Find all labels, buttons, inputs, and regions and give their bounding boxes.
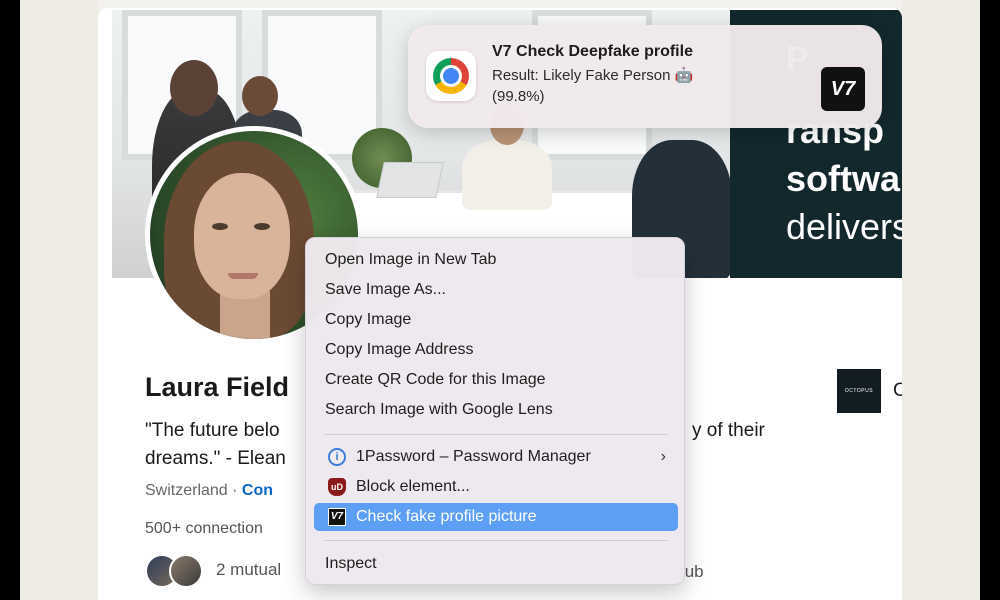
menu-item-create-qr-code[interactable]: Create QR Code for this Image bbox=[314, 366, 678, 394]
menu-item-check-fake-profile-picture[interactable]: V7 Check fake profile picture bbox=[314, 503, 678, 531]
banner-ad-text: delivers bbox=[786, 206, 902, 247]
profile-headline: "The future belo bbox=[145, 420, 280, 441]
letterbox-left bbox=[0, 0, 20, 600]
menu-item-block-element[interactable]: uD Block element... bbox=[314, 473, 678, 501]
notification-title: V7 Check Deepfake profile bbox=[492, 43, 693, 60]
company-name[interactable]: C bbox=[893, 380, 902, 402]
menu-item-save-image-as[interactable]: Save Image As... bbox=[314, 276, 678, 304]
notification-confidence: (99.8%) bbox=[492, 88, 545, 105]
context-menu: Open Image in New Tab Save Image As... C… bbox=[305, 237, 685, 585]
profile-location: Switzerland · Con bbox=[145, 482, 273, 500]
avatar bbox=[169, 554, 203, 588]
menu-separator bbox=[324, 540, 668, 541]
v7-logo-icon: V7 bbox=[821, 67, 865, 111]
connections-count[interactable]: 500+ connection bbox=[145, 520, 263, 538]
chevron-right-icon: › bbox=[660, 448, 666, 465]
v7-icon: V7 bbox=[328, 508, 346, 526]
page-margin-left bbox=[20, 0, 98, 600]
menu-item-1password[interactable]: i 1Password – Password Manager › bbox=[314, 443, 678, 471]
menu-item-search-google-lens[interactable]: Search Image with Google Lens bbox=[314, 396, 678, 424]
letterbox-right bbox=[980, 0, 1000, 600]
notification-result: Result: Likely Fake Person 🤖 bbox=[492, 67, 694, 84]
1password-icon: i bbox=[328, 448, 346, 466]
menu-item-copy-image-address[interactable]: Copy Image Address bbox=[314, 336, 678, 364]
profile-name: Laura Field bbox=[145, 372, 290, 402]
company-logo[interactable]: OCTOPUS bbox=[837, 369, 881, 413]
system-notification[interactable]: V7 Check Deepfake profile Result: Likely… bbox=[408, 25, 882, 128]
banner-ad-text: softwa bbox=[786, 158, 901, 199]
ublock-icon: uD bbox=[328, 478, 346, 496]
menu-item-inspect[interactable]: Inspect bbox=[314, 550, 678, 578]
mutual-connections-avatars[interactable] bbox=[145, 554, 209, 590]
profile-headline-line2: dreams." - Elean bbox=[145, 448, 286, 469]
menu-item-label: Block element... bbox=[356, 478, 470, 495]
menu-item-copy-image[interactable]: Copy Image bbox=[314, 306, 678, 334]
chrome-icon bbox=[426, 51, 476, 101]
mutual-connections-link[interactable]: 2 mutual bbox=[216, 560, 281, 580]
contact-info-link[interactable]: Con bbox=[242, 482, 273, 499]
page-margin-right bbox=[902, 0, 980, 600]
menu-separator bbox=[324, 434, 668, 435]
menu-item-open-image-new-tab[interactable]: Open Image in New Tab bbox=[314, 246, 678, 274]
location-text: Switzerland · bbox=[145, 482, 242, 499]
menu-item-label: Check fake profile picture bbox=[356, 508, 537, 525]
profile-headline-end: y of their bbox=[692, 420, 765, 441]
menu-item-label: 1Password – Password Manager bbox=[356, 448, 591, 465]
